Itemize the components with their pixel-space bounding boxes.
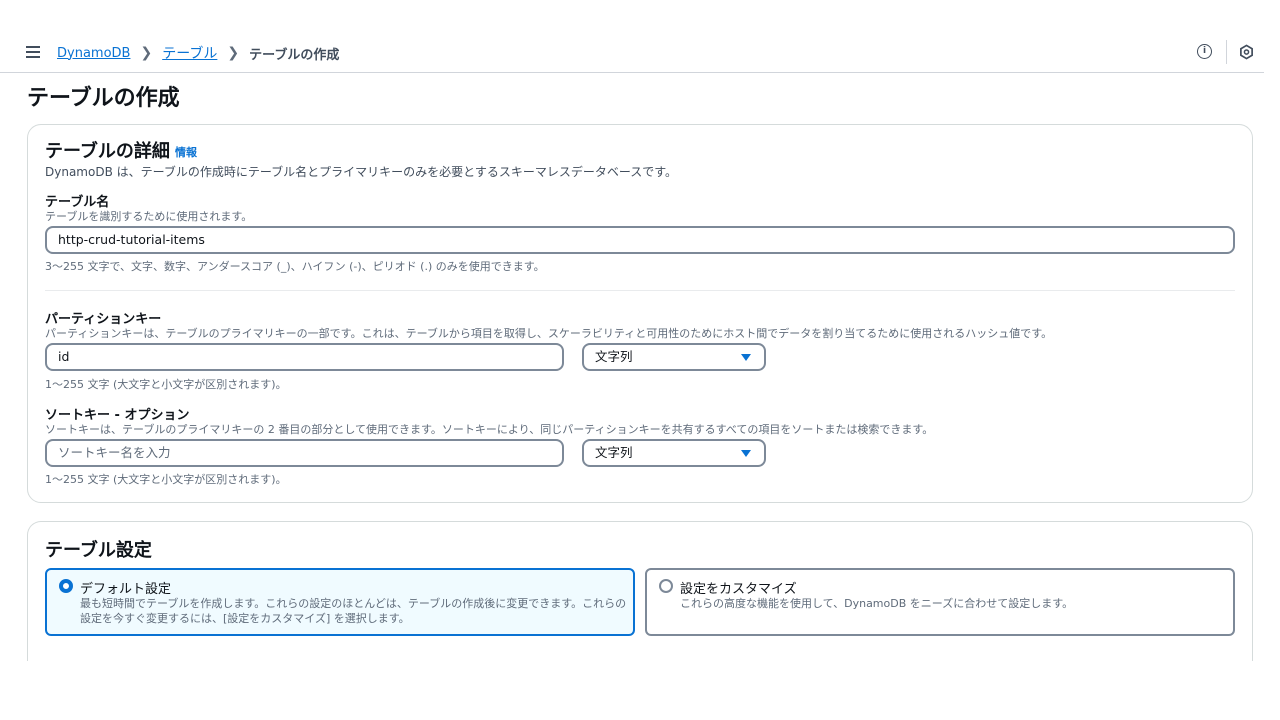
breadcrumb-current: テーブルの作成 — [249, 47, 340, 63]
table-details-panel: テーブルの詳細 情報 DynamoDB は、テーブルの作成時にテーブル名とプライ… — [27, 124, 1253, 503]
radio-customize-settings[interactable] — [659, 579, 673, 593]
option-customize-settings[interactable]: 設定をカスタマイズ これらの高度な機能を使用して、DynamoDB をニーズに合… — [645, 568, 1235, 636]
divider — [1226, 40, 1227, 64]
option-default-description: 最も短時間でテーブルを作成します。これらの設定のほとんどは、テーブルの作成後に変… — [80, 596, 626, 626]
sort-key-type-value: 文字列 — [595, 445, 633, 460]
option-default-title: デフォルト設定 — [80, 582, 172, 597]
caret-down-icon — [741, 450, 751, 457]
sort-key-type-select[interactable]: 文字列 — [582, 439, 766, 467]
partition-key-type-value: 文字列 — [595, 349, 633, 364]
breadcrumb-dynamodb[interactable]: DynamoDB — [57, 46, 130, 61]
option-default-settings[interactable]: デフォルト設定 最も短時間でテーブルを作成します。これらの設定のほとんどは、テー… — [45, 568, 635, 636]
partition-key-type-select[interactable]: 文字列 — [582, 343, 766, 371]
chevron-right-icon: ❯ — [140, 45, 153, 61]
divider — [45, 290, 1235, 291]
table-name-constraint: 3～255 文字で、文字、数字、アンダースコア (_)、ハイフン (-)、ピリオ… — [45, 260, 545, 273]
radio-default-settings[interactable] — [59, 579, 73, 593]
page-title: テーブルの作成 — [27, 86, 180, 111]
option-customize-description: これらの高度な機能を使用して、DynamoDB をニーズに合わせて設定します。 — [680, 597, 1074, 610]
info-link[interactable]: 情報 — [175, 144, 197, 160]
table-details-title: テーブルの詳細 — [45, 141, 170, 162]
table-details-description: DynamoDB は、テーブルの作成時にテーブル名とプライマリキーのみを必要とす… — [45, 165, 678, 179]
table-settings-panel: テーブル設定 デフォルト設定 最も短時間でテーブルを作成します。これらの設定のほ… — [27, 521, 1253, 661]
option-default-description-line2: 設定を今すぐ変更するには、[設定をカスタマイズ] を選択します。 — [80, 612, 410, 625]
partition-key-description: パーティションキーは、テーブルのプライマリキーの一部です。これは、テーブルから項… — [45, 327, 1053, 340]
table-name-input[interactable]: http-crud-tutorial-items — [45, 226, 1235, 254]
shield-icon[interactable] — [1239, 44, 1254, 60]
menu-icon[interactable] — [26, 46, 40, 58]
option-customize-title: 設定をカスタマイズ — [680, 582, 797, 597]
sort-key-constraint: 1～255 文字 (大文字と小文字が区別されます)。 — [45, 473, 287, 486]
breadcrumb: DynamoDB ❯ テーブル ❯ テーブルの作成 — [57, 43, 339, 63]
info-icon[interactable]: i — [1197, 44, 1212, 59]
table-name-description: テーブルを識別するために使用されます。 — [45, 210, 253, 223]
option-default-description-line1: 最も短時間でテーブルを作成します。これらの設定のほとんどは、テーブルの作成後に変… — [80, 597, 627, 610]
table-settings-title: テーブル設定 — [45, 540, 152, 561]
partition-key-constraint: 1～255 文字 (大文字と小文字が区別されます)。 — [45, 378, 287, 391]
breadcrumb-tables[interactable]: テーブル — [162, 43, 217, 63]
chevron-right-icon: ❯ — [227, 45, 240, 61]
sort-key-input[interactable]: ソートキー名を入力 — [45, 439, 564, 467]
partition-key-input[interactable]: id — [45, 343, 564, 371]
sort-key-description: ソートキーは、テーブルのプライマリキーの 2 番目の部分として使用できます。ソー… — [45, 423, 934, 436]
caret-down-icon — [741, 354, 751, 361]
top-navigation: DynamoDB ❯ テーブル ❯ テーブルの作成 i — [0, 0, 1264, 73]
